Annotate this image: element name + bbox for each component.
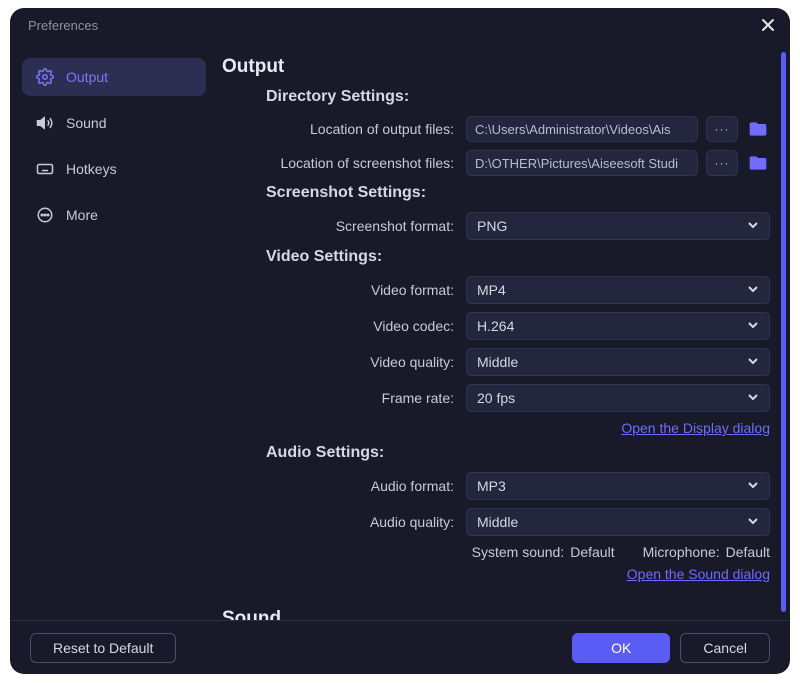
frame-rate-label: Frame rate: bbox=[222, 390, 458, 406]
chevron-down-icon bbox=[747, 218, 759, 234]
microphone-value: Default bbox=[726, 544, 770, 560]
video-codec-select[interactable]: H.264 bbox=[466, 312, 770, 340]
audio-format-select[interactable]: MP3 bbox=[466, 472, 770, 500]
sidebar-item-hotkeys[interactable]: Hotkeys bbox=[22, 150, 206, 188]
screenshot-files-label: Location of screenshot files: bbox=[222, 155, 458, 171]
more-icon bbox=[36, 206, 54, 224]
ok-button[interactable]: OK bbox=[572, 633, 670, 663]
folder-icon bbox=[748, 119, 768, 139]
video-codec-label: Video codec: bbox=[222, 318, 458, 334]
close-button[interactable] bbox=[758, 15, 778, 35]
audio-quality-select[interactable]: Middle bbox=[466, 508, 770, 536]
audio-settings-heading: Audio Settings: bbox=[266, 444, 770, 462]
system-sound-label: System sound: bbox=[472, 544, 565, 560]
audio-status-row: System sound: Default Microphone: Default bbox=[222, 544, 770, 560]
chevron-down-icon bbox=[747, 282, 759, 298]
microphone-label: Microphone: bbox=[643, 544, 720, 560]
screenshot-files-path[interactable]: D:\OTHER\Pictures\Aiseesoft Studi bbox=[466, 150, 698, 176]
video-format-select[interactable]: MP4 bbox=[466, 276, 770, 304]
frame-rate-value: 20 fps bbox=[477, 390, 515, 406]
speaker-icon bbox=[36, 114, 54, 132]
sidebar-item-output[interactable]: Output bbox=[22, 58, 206, 96]
sidebar-item-label: Output bbox=[66, 69, 108, 85]
screenshot-files-browse-button[interactable] bbox=[746, 151, 770, 175]
close-icon bbox=[761, 18, 775, 32]
preferences-window: Preferences Output Sound bbox=[10, 8, 790, 674]
sidebar-item-label: Sound bbox=[66, 115, 106, 131]
window-title: Preferences bbox=[28, 18, 98, 33]
content-pane: Output Directory Settings: Location of o… bbox=[218, 42, 790, 620]
audio-format-label: Audio format: bbox=[222, 478, 458, 494]
screenshot-format-value: PNG bbox=[477, 218, 507, 234]
open-sound-dialog-link[interactable]: Open the Sound dialog bbox=[627, 566, 770, 582]
screenshot-format-label: Screenshot format: bbox=[222, 218, 458, 234]
screenshot-format-select[interactable]: PNG bbox=[466, 212, 770, 240]
output-files-more-button[interactable]: ··· bbox=[706, 116, 738, 142]
video-settings-heading: Video Settings: bbox=[266, 248, 770, 266]
system-sound-value: Default bbox=[570, 544, 614, 560]
sidebar: Output Sound Hotkeys More bbox=[10, 42, 218, 620]
cancel-button[interactable]: Cancel bbox=[680, 633, 770, 663]
chevron-down-icon bbox=[747, 514, 759, 530]
output-files-browse-button[interactable] bbox=[746, 117, 770, 141]
chevron-down-icon bbox=[747, 478, 759, 494]
video-format-label: Video format: bbox=[222, 282, 458, 298]
titlebar: Preferences bbox=[10, 8, 790, 42]
sidebar-item-more[interactable]: More bbox=[22, 196, 206, 234]
screenshot-settings-heading: Screenshot Settings: bbox=[266, 184, 770, 202]
scrollbar[interactable] bbox=[781, 52, 786, 612]
frame-rate-select[interactable]: 20 fps bbox=[466, 384, 770, 412]
folder-icon bbox=[748, 153, 768, 173]
directory-settings-heading: Directory Settings: bbox=[266, 88, 770, 106]
open-display-dialog-link[interactable]: Open the Display dialog bbox=[621, 420, 770, 436]
keyboard-icon bbox=[36, 160, 54, 178]
output-files-path[interactable]: C:\Users\Administrator\Videos\Ais bbox=[466, 116, 698, 142]
audio-format-value: MP3 bbox=[477, 478, 506, 494]
sidebar-item-sound[interactable]: Sound bbox=[22, 104, 206, 142]
section-title-output: Output bbox=[222, 56, 770, 78]
chevron-down-icon bbox=[747, 390, 759, 406]
gear-icon bbox=[36, 68, 54, 86]
video-quality-label: Video quality: bbox=[222, 354, 458, 370]
audio-quality-value: Middle bbox=[477, 514, 518, 530]
sidebar-item-label: More bbox=[66, 207, 98, 223]
video-quality-value: Middle bbox=[477, 354, 518, 370]
reset-to-default-button[interactable]: Reset to Default bbox=[30, 633, 176, 663]
video-quality-select[interactable]: Middle bbox=[466, 348, 770, 376]
chevron-down-icon bbox=[747, 354, 759, 370]
output-files-label: Location of output files: bbox=[222, 121, 458, 137]
screenshot-files-more-button[interactable]: ··· bbox=[706, 150, 738, 176]
sidebar-item-label: Hotkeys bbox=[66, 161, 117, 177]
footer: Reset to Default OK Cancel bbox=[10, 620, 790, 674]
chevron-down-icon bbox=[747, 318, 759, 334]
audio-quality-label: Audio quality: bbox=[222, 514, 458, 530]
section-title-sound: Sound bbox=[222, 608, 770, 620]
video-codec-value: H.264 bbox=[477, 318, 514, 334]
video-format-value: MP4 bbox=[477, 282, 506, 298]
